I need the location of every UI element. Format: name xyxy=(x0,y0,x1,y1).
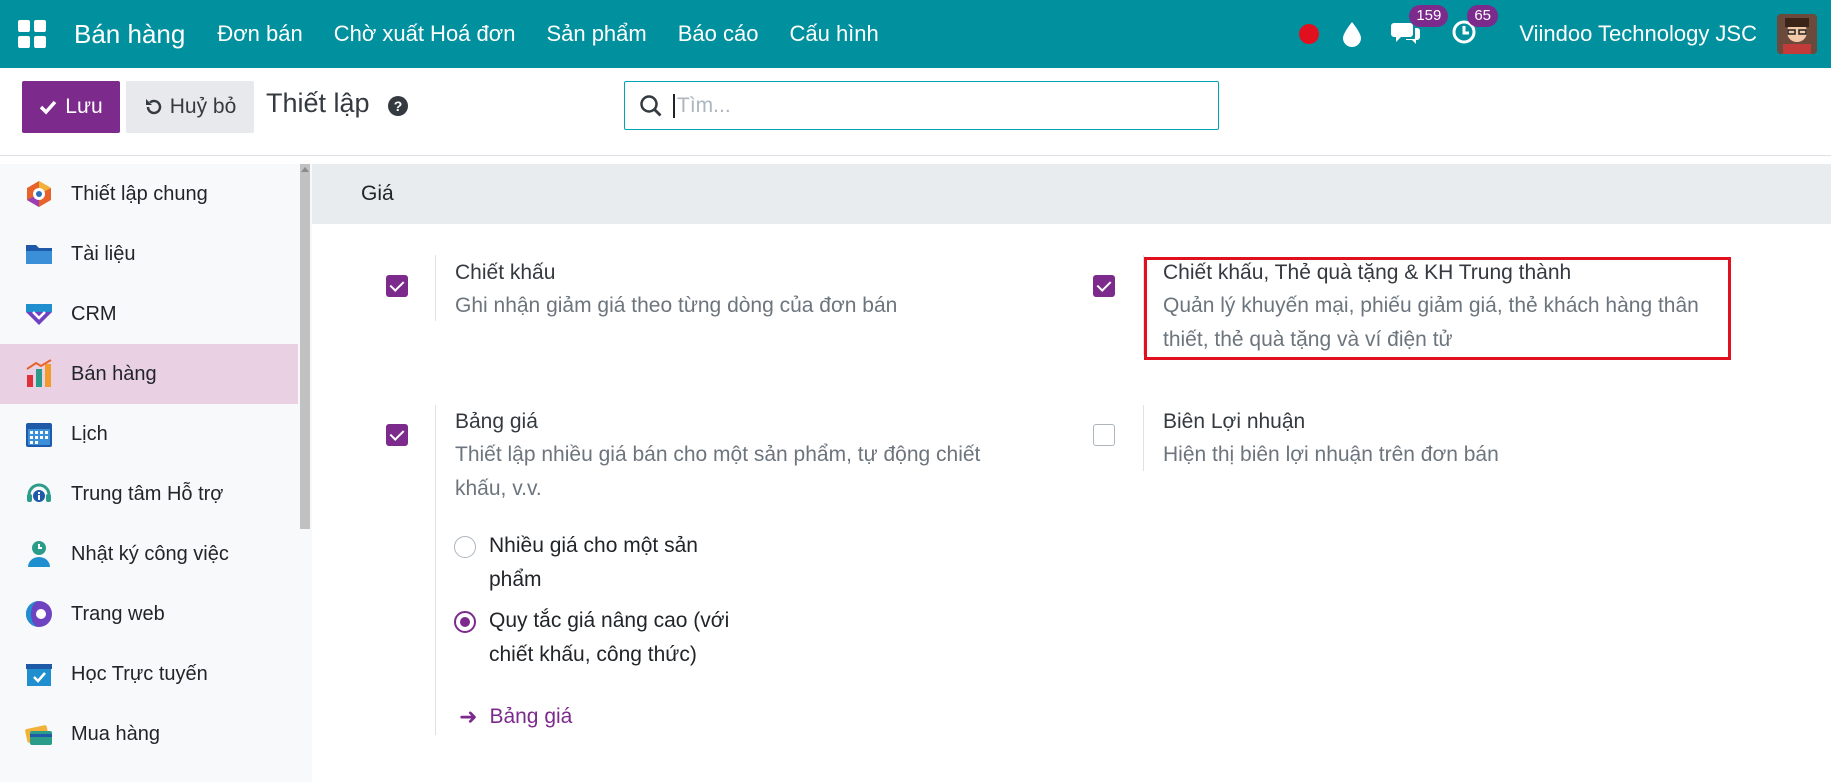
droplet-icon[interactable] xyxy=(1341,21,1363,47)
loyalty-checkbox[interactable] xyxy=(1093,275,1115,297)
page-title: Thiết lập xyxy=(266,88,370,118)
margin-checkbox[interactable] xyxy=(1093,424,1115,446)
search-icon xyxy=(640,94,662,116)
folder-icon xyxy=(26,245,52,264)
sidebar-item-sales[interactable]: Bán hàng xyxy=(0,344,298,404)
menu-orders[interactable]: Đơn bán xyxy=(217,21,302,47)
discard-button[interactable]: Huỷ bỏ xyxy=(126,81,254,133)
divider xyxy=(1143,405,1144,471)
control-panel: Lưu Huỷ bỏ Thiết lập ? xyxy=(0,68,1831,156)
app-brand[interactable]: Bán hàng xyxy=(74,19,185,50)
messages-count-badge: 159 xyxy=(1409,4,1449,27)
purchase-icon xyxy=(25,725,52,745)
sidebar-item-website[interactable]: Trang web xyxy=(0,584,298,644)
pricelist-option-multiple-prices-radio[interactable] xyxy=(454,536,476,558)
arrow-right-icon: ➜ xyxy=(459,704,478,729)
pricelist-checkbox[interactable] xyxy=(386,424,408,446)
menu-products[interactable]: Sản phẩm xyxy=(546,21,646,47)
pricelist-link-label: Bảng giá xyxy=(489,705,573,728)
radio-label[interactable]: Nhiều giá cho một sản xyxy=(489,529,698,563)
divider xyxy=(435,405,436,735)
divider xyxy=(435,255,436,321)
sidebar-item-calendar[interactable]: Lịch xyxy=(0,404,298,464)
pricelist-link[interactable]: ➜ Bảng giá xyxy=(459,704,572,730)
recording-dot-icon[interactable] xyxy=(1299,24,1320,44)
avatar-image xyxy=(1777,14,1817,54)
timesheet-icon xyxy=(28,541,50,567)
save-label: Lưu xyxy=(65,95,103,118)
sidebar-item-documents[interactable]: Tài liệu xyxy=(0,224,298,284)
settings-sidebar: Thiết lập chung Tài liệu CRM Bán hàng Lị… xyxy=(0,164,312,782)
sidebar-item-label: Thiết lập chung xyxy=(71,182,208,205)
sidebar-item-label: Học Trực tuyến xyxy=(71,662,208,685)
settings-app-icon xyxy=(27,181,51,207)
setting-description: Ghi nhận giảm giá theo từng dòng của đơn… xyxy=(455,294,898,317)
search-input[interactable] xyxy=(673,93,1193,118)
sidebar-item-elearning[interactable]: Học Trực tuyến xyxy=(0,644,298,704)
save-button[interactable]: Lưu xyxy=(22,81,120,133)
sidebar-item-label: Tài liệu xyxy=(71,242,136,265)
setting-description: Thiết lập nhiều giá bán cho một sản phẩm… xyxy=(455,443,981,466)
website-icon xyxy=(26,601,52,627)
user-avatar[interactable] xyxy=(1777,14,1817,54)
activities-count-badge: 65 xyxy=(1467,4,1498,27)
sidebar-item-timesheets[interactable]: Nhật ký công việc xyxy=(0,524,298,584)
top-navbar: Bán hàng Đơn bán Chờ xuất Hoá đơn Sản ph… xyxy=(0,0,1831,68)
setting-title: Biên Lợi nhuận xyxy=(1163,410,1306,433)
sidebar-item-label: Nhật ký công việc xyxy=(71,542,229,565)
helpdesk-icon xyxy=(27,483,51,502)
sidebar-item-label: CRM xyxy=(71,302,117,325)
sidebar-item-helpdesk[interactable]: Trung tâm Hỗ trợ xyxy=(0,464,298,524)
sidebar-item-label: Lịch xyxy=(71,422,108,445)
calendar-icon xyxy=(26,423,52,447)
setting-title: Bảng giá xyxy=(455,410,538,433)
sidebar-item-crm[interactable]: CRM xyxy=(0,284,298,344)
highlight-annotation-box xyxy=(1144,257,1731,360)
sidebar-item-label: Bán hàng xyxy=(71,362,157,385)
menu-to-invoice[interactable]: Chờ xuất Hoá đơn xyxy=(334,21,516,47)
sidebar-item-general-settings[interactable]: Thiết lập chung xyxy=(0,164,298,224)
sidebar-item-label: Trang web xyxy=(71,602,165,625)
sidebar-item-label: Mua hàng xyxy=(71,722,160,745)
sidebar-scrollbar[interactable] xyxy=(300,164,310,529)
elearning-icon xyxy=(26,664,52,686)
apps-menu-icon[interactable] xyxy=(18,20,46,48)
menu-configuration[interactable]: Cấu hình xyxy=(789,21,878,47)
help-icon[interactable]: ? xyxy=(388,96,408,116)
scroll-up-arrow-icon[interactable] xyxy=(301,167,309,172)
setting-title: Chiết khấu xyxy=(455,261,556,284)
radio-label[interactable]: Quy tắc giá nâng cao (với xyxy=(489,604,729,638)
undo-icon xyxy=(145,99,161,115)
company-switcher[interactable]: Viindoo Technology JSC xyxy=(1519,21,1757,47)
activities-button[interactable]: 65 xyxy=(1451,4,1498,50)
setting-description: Hiện thị biên lợi nhuận trên đơn bán xyxy=(1163,443,1499,466)
sidebar-item-label: Trung tâm Hỗ trợ xyxy=(71,482,224,505)
sidebar-item-purchase[interactable]: Mua hàng xyxy=(0,704,298,764)
sales-chart-icon xyxy=(26,359,52,387)
radio-label[interactable]: phẩm xyxy=(489,563,542,597)
pricelist-option-advanced-rules-radio[interactable] xyxy=(454,611,476,633)
messages-button[interactable]: 159 xyxy=(1391,4,1449,50)
search-box[interactable] xyxy=(624,81,1219,130)
radio-label[interactable]: chiết khấu, công thức) xyxy=(489,638,697,672)
check-icon xyxy=(40,100,57,115)
discount-checkbox[interactable] xyxy=(386,275,408,297)
section-header: Giá xyxy=(312,164,1831,224)
crm-icon xyxy=(26,304,52,325)
menu-reports[interactable]: Báo cáo xyxy=(678,21,759,47)
discard-label: Huỷ bỏ xyxy=(169,95,237,118)
section-title: Giá xyxy=(361,182,394,205)
setting-description: khấu, v.v. xyxy=(455,477,542,500)
